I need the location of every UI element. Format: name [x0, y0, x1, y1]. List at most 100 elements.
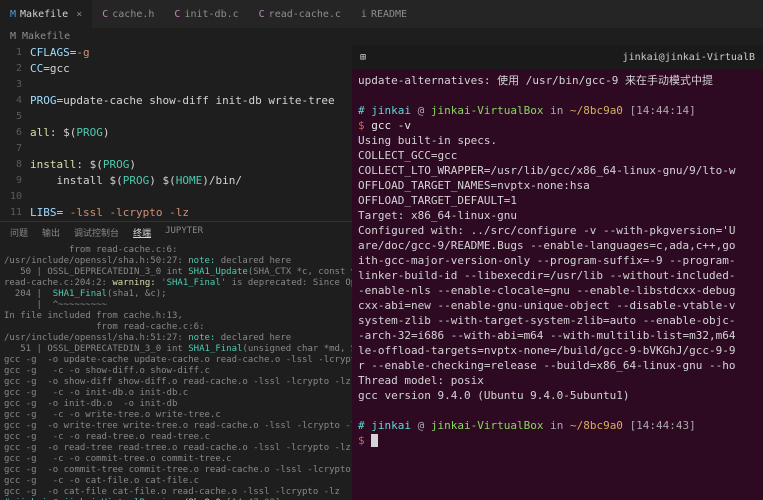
terminal-line: gcc -g -c -o show-diff.o show-diff.c [4, 366, 348, 377]
code-line[interactable]: 5 [0, 109, 352, 125]
code-line[interactable]: 9 install $(PROG) $(HOME)/bin/ [0, 173, 352, 189]
terminal-line: -arch-32=i686 --with-abi=m64 --with-mult… [358, 328, 757, 343]
right-terminal-panel: ⊞ jinkai@jinkai-VirtualB update-alternat… [352, 45, 763, 500]
terminal-line: ith-gcc-major-version-only --program-suf… [358, 253, 757, 268]
terminal-line: COLLECT_LTO_WRAPPER=/usr/lib/gcc/x86_64-… [358, 163, 757, 178]
terminal-line: | ^~~~~~~~~~ [4, 300, 348, 311]
terminal-line: system-zlib --with-target-system-zlib=au… [358, 313, 757, 328]
terminal-line: update-alternatives: 使用 /usr/bin/gcc-9 来… [358, 73, 757, 88]
dropdown-icon[interactable]: ⊞ [360, 52, 366, 63]
code-line[interactable]: 11LIBS= -lssl -lcrypto -lz [0, 205, 352, 221]
line-content [30, 77, 352, 93]
terminal-title: jinkai@jinkai-VirtualB [623, 52, 755, 63]
line-number: 1 [0, 45, 30, 61]
terminal-line: OFFLOAD_TARGET_DEFAULT=1 [358, 193, 757, 208]
file-icon: i [361, 9, 367, 20]
terminal-line [358, 88, 757, 103]
line-number: 4 [0, 93, 30, 109]
editor-tabs: MMakefile×Ccache.hCinit-db.cCread-cache.… [0, 0, 763, 28]
tab-cache-h[interactable]: Ccache.h [92, 0, 164, 28]
code-line[interactable]: 3 [0, 77, 352, 93]
tab-read-cache-c[interactable]: Cread-cache.c [249, 0, 351, 28]
terminal-line: /usr/include/openssl/sha.h:50:27: note: … [4, 256, 348, 267]
terminal-line: 51 | OSSL_DEPRECATEDIN_3_0 int SHA1_Fina… [4, 344, 348, 355]
code-editor[interactable]: 1CFLAGS=-g2CC=gcc34PROG=update-cache sho… [0, 45, 352, 221]
terminal-line: gcc -g -c -o write-tree.o write-tree.c [4, 410, 348, 421]
tab-label: Makefile [20, 9, 68, 20]
tab-label: read-cache.c [269, 9, 341, 20]
bottom-tab-输出[interactable]: 输出 [42, 226, 60, 239]
line-number: 8 [0, 157, 30, 173]
line-content: PROG=update-cache show-diff init-db writ… [30, 93, 352, 109]
code-line[interactable]: 1CFLAGS=-g [0, 45, 352, 61]
terminal-line[interactable]: $ [358, 433, 757, 448]
line-content: CFLAGS=-g [30, 45, 352, 61]
terminal-line: OFFLOAD_TARGET_NAMES=nvptx-none:hsa [358, 178, 757, 193]
terminal-line: Using built-in specs. [358, 133, 757, 148]
line-content [30, 109, 352, 125]
left-panel: 1CFLAGS=-g2CC=gcc34PROG=update-cache sho… [0, 45, 352, 500]
terminal-line: gcc -g -c -o cat-file.o cat-file.c [4, 476, 348, 487]
file-icon: C [259, 9, 265, 20]
code-line[interactable]: 6all: $(PROG) [0, 125, 352, 141]
terminal-line: gcc -g -c -o commit-tree.o commit-tree.c [4, 454, 348, 465]
terminal-line: Target: x86_64-linux-gnu [358, 208, 757, 223]
terminal-line: COLLECT_GCC=gcc [358, 148, 757, 163]
terminal-line: gcc version 9.4.0 (Ubuntu 9.4.0-5ubuntu1… [358, 388, 757, 403]
terminal-line: gcc -g -o update-cache update-cache.o re… [4, 355, 348, 366]
terminal-line: gcc -g -o write-tree write-tree.o read-c… [4, 421, 348, 432]
code-line[interactable]: 2CC=gcc [0, 61, 352, 77]
line-number: 10 [0, 189, 30, 205]
bottom-tab-JUPYTER[interactable]: JUPYTER [165, 226, 203, 239]
code-line[interactable]: 10 [0, 189, 352, 205]
terminal-header: ⊞ jinkai@jinkai-VirtualB [352, 45, 763, 69]
terminal-line: r --enable-checking=release --build=x86_… [358, 358, 757, 373]
close-icon[interactable]: × [76, 9, 82, 20]
file-icon: C [102, 9, 108, 20]
line-content: install: $(PROG) [30, 157, 352, 173]
code-line[interactable]: 7 [0, 141, 352, 157]
bottom-tab-终端[interactable]: 终端 [133, 226, 151, 239]
tab-label: cache.h [112, 9, 154, 20]
line-content: install $(PROG) $(HOME)/bin/ [30, 173, 352, 189]
line-content [30, 189, 352, 205]
terminal-line: # jinkai @ jinkai-VirtualBox in ~/8bc9a0… [358, 103, 757, 118]
tab-label: init-db.c [184, 9, 238, 20]
tab-Makefile[interactable]: M Makefile × [0, 0, 92, 28]
terminal-line: -enable-nls --enable-clocale=gnu --enabl… [358, 283, 757, 298]
right-terminal[interactable]: update-alternatives: 使用 /usr/bin/gcc-9 来… [352, 69, 763, 500]
terminal-line: from read-cache.c:6: [4, 322, 348, 333]
terminal-line: 204 | SHA1_Final(sha1, &c); [4, 289, 348, 300]
bottom-tab-问题[interactable]: 问题 [10, 226, 28, 239]
file-icon: M [10, 9, 16, 20]
line-number: 3 [0, 77, 30, 93]
terminal-line: gcc -g -o init-db.o -o init-db [4, 399, 348, 410]
line-number: 11 [0, 205, 30, 221]
terminal-line: gcc -g -c -o read-tree.o read-tree.c [4, 432, 348, 443]
line-content [30, 141, 352, 157]
tab-init-db-c[interactable]: Cinit-db.c [164, 0, 248, 28]
terminal-line: In file included from cache.h:13, [4, 311, 348, 322]
bottom-tab-调试控制台[interactable]: 调试控制台 [74, 226, 119, 239]
line-content: LIBS= -lssl -lcrypto -lz [30, 205, 352, 221]
line-number: 9 [0, 173, 30, 189]
terminal-line: $ gcc -v [358, 118, 757, 133]
line-number: 6 [0, 125, 30, 141]
bottom-tabs: 问题 输出 调试控制台 终端 JUPYTER [0, 221, 352, 243]
code-line[interactable]: 4PROG=update-cache show-diff init-db wri… [0, 93, 352, 109]
terminal-line: from read-cache.c:6: [4, 245, 348, 256]
terminal-line: le-offload-targets=nvptx-none=/build/gcc… [358, 343, 757, 358]
terminal-line [358, 403, 757, 418]
breadcrumb: M Makefile [0, 28, 763, 45]
terminal-line: read-cache.c:204:2: warning: 'SHA1_Final… [4, 278, 348, 289]
tab-README[interactable]: iREADME [351, 0, 417, 28]
terminal-line: /usr/include/openssl/sha.h:51:27: note: … [4, 333, 348, 344]
code-line[interactable]: 8install: $(PROG) [0, 157, 352, 173]
left-terminal[interactable]: from read-cache.c:6:/usr/include/openssl… [0, 243, 352, 500]
terminal-line: gcc -g -o read-tree read-tree.o read-cac… [4, 443, 348, 454]
line-content: all: $(PROG) [30, 125, 352, 141]
line-content: CC=gcc [30, 61, 352, 77]
main-area: 1CFLAGS=-g2CC=gcc34PROG=update-cache sho… [0, 45, 763, 500]
file-icon: C [174, 9, 180, 20]
terminal-line: gcc -g -o commit-tree commit-tree.o read… [4, 465, 348, 476]
